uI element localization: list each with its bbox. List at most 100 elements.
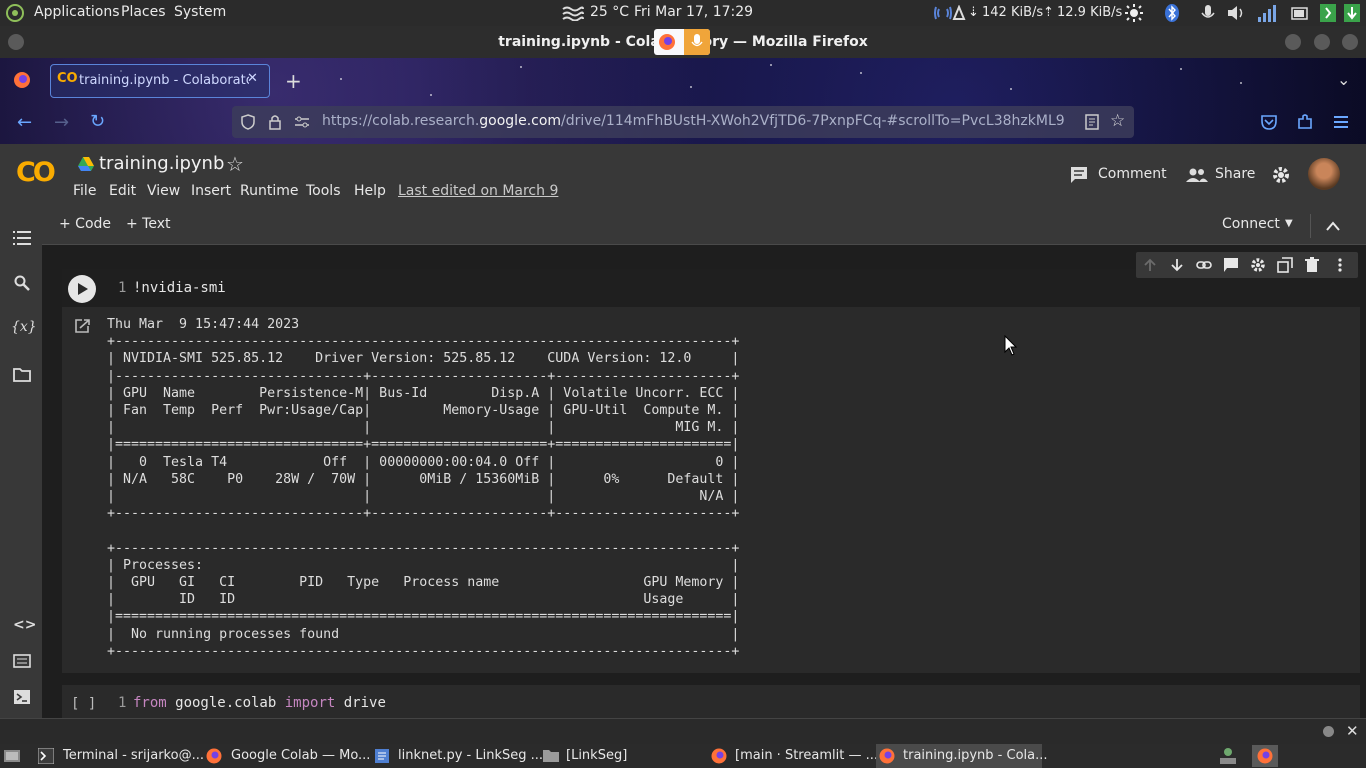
show-desktop-icon[interactable] [3,748,21,764]
output-actions-icon[interactable] [74,318,92,334]
delete-cell-trash-icon[interactable] [1304,257,1320,273]
battery-icon[interactable] [1290,3,1310,23]
firefox-icon [879,748,895,764]
lock-icon[interactable] [268,114,282,130]
cell-toolbar [1136,252,1358,278]
notebook-title[interactable]: training.ipynb [99,153,224,174]
last-edited-link[interactable]: Last edited on March 9 [398,183,558,199]
comment-label: Comment [1098,166,1167,182]
distro-logo-icon[interactable] [6,4,24,22]
add-comment-icon[interactable] [1223,257,1239,273]
code-cell-import-drive[interactable]: [ ] 1 from google.colab import drive [62,685,1360,718]
cell-code[interactable]: !nvidia-smi [133,280,226,296]
new-tab-button[interactable]: + [285,69,302,93]
menu-view[interactable]: View [147,183,180,199]
menu-insert[interactable]: Insert [191,183,231,199]
link-to-cell-icon[interactable] [1196,257,1212,273]
extensions-icon[interactable] [1296,113,1314,131]
maximize-button[interactable] [1314,34,1330,50]
back-button[interactable]: ← [17,112,32,133]
clock[interactable]: Fri Mar 17, 17:29 [634,4,753,20]
more-options-icon[interactable] [1332,257,1348,273]
microphone-sharing-icon[interactable] [684,29,710,55]
add-text-cell-button[interactable]: + Text [126,216,171,232]
pocket-icon[interactable] [1260,113,1278,131]
menu-runtime[interactable]: Runtime [240,183,298,199]
mirror-cell-icon[interactable] [1277,257,1293,273]
close-window-button[interactable] [1342,34,1358,50]
google-drive-icon[interactable] [78,157,94,171]
hamburger-menu-icon[interactable] [1332,114,1350,130]
search-icon[interactable] [14,275,30,291]
volume-icon[interactable] [1226,3,1246,23]
terminal-icon [38,748,54,764]
permissions-icon[interactable] [294,115,310,129]
minimize-button[interactable] [1285,34,1301,50]
star-notebook-icon[interactable]: ☆ [226,152,244,176]
taskbar-item-google-colab[interactable]: Google Colab — Mo... [205,744,371,768]
reader-view-icon[interactable] [1084,114,1100,130]
variables-icon[interactable]: {x} [11,319,37,335]
weather-temp[interactable]: 25 °C [590,4,629,20]
bookmark-star-icon[interactable]: ☆ [1110,111,1125,131]
sharing-indicator[interactable] [654,29,710,55]
microphone-icon[interactable] [1198,3,1218,23]
settings-gear-icon[interactable] [1271,165,1291,185]
tab-close-icon[interactable]: ✕ [247,71,258,86]
bluetooth-icon[interactable] [1162,3,1182,23]
files-folder-icon[interactable] [13,367,31,382]
brightness-icon[interactable] [1124,3,1144,23]
update-icon[interactable] [1342,3,1362,23]
table-of-contents-icon[interactable] [13,230,31,246]
move-cell-up-icon[interactable] [1142,257,1158,273]
taskbar-item-linkseg-folder[interactable]: [LinkSeg] [542,744,706,768]
list-all-tabs-chevron-icon[interactable]: ⌄ [1337,70,1350,89]
avatar[interactable] [1308,158,1340,190]
connect-dropdown-icon[interactable]: ▼ [1285,218,1293,229]
net-up-speed: 12.9 KiB/s [1057,5,1123,20]
menu-help[interactable]: Help [354,183,386,199]
notebook-toolbar: + Code + Text Connect ▼ [42,208,1366,245]
command-palette-icon[interactable] [13,654,31,668]
tray-firefox[interactable] [1252,745,1278,767]
menu-applications[interactable]: Applications [34,4,120,20]
menu-file[interactable]: File [73,183,96,199]
firefox-view-icon[interactable] [13,71,31,89]
browser-tab-active[interactable]: CO training.ipynb - Colaboratory ✕ [50,64,270,98]
taskbar-item-streamlit[interactable]: [main · Streamlit — ... [710,744,878,768]
menu-system[interactable]: System [174,4,226,20]
taskbar: Terminal - srijarko@... Google Colab — M… [0,744,1366,768]
taskbar-item-linknet[interactable]: linknet.py - LinkSeg ... [373,744,543,768]
firefox-icon [1257,748,1273,764]
run-cell-button[interactable] [68,275,96,303]
cell-settings-gear-icon[interactable] [1250,257,1266,273]
menu-edit[interactable]: Edit [109,183,136,199]
move-cell-down-icon[interactable] [1169,257,1185,273]
taskbar-item-terminal[interactable]: Terminal - srijarko@... [36,744,204,768]
menu-tools[interactable]: Tools [306,183,341,199]
menu-places[interactable]: Places [121,4,166,20]
terminal-icon[interactable] [13,689,31,705]
wifi-icon[interactable] [934,5,952,21]
reload-button[interactable]: ↻ [90,111,105,132]
net-down-arrow-icon: ⇣ [968,5,979,20]
colab-logo[interactable]: CO [16,157,56,188]
forward-button[interactable]: → [54,112,69,133]
collapse-header-chevron-up-icon[interactable] [1326,221,1340,231]
cell-code[interactable]: from google.colab import drive [133,695,386,711]
cell-output[interactable]: Thu Mar 9 15:47:44 2023 +---------------… [107,316,739,660]
code-snippets-icon[interactable]: <> [13,617,36,633]
taskbar-item-training-notebook[interactable]: training.ipynb - Cola... [876,744,1048,768]
signal-bars-icon[interactable] [1256,3,1276,23]
comment-icon [1071,167,1087,183]
cell-run-state[interactable]: [ ] [71,696,96,712]
connect-button[interactable]: Connect [1222,216,1280,232]
runtime-status-dot-icon[interactable] [1323,726,1334,737]
url-bar[interactable]: https://colab.research.google.com/drive/… [232,106,1134,138]
close-status-icon[interactable]: ✕ [1346,722,1359,740]
network-manager-icon[interactable] [1216,746,1240,766]
add-code-cell-button[interactable]: + Code [59,216,111,232]
exit-icon[interactable] [1318,3,1338,23]
url-text[interactable]: https://colab.research.google.com/drive/… [322,113,1065,129]
shield-icon[interactable] [241,114,255,130]
